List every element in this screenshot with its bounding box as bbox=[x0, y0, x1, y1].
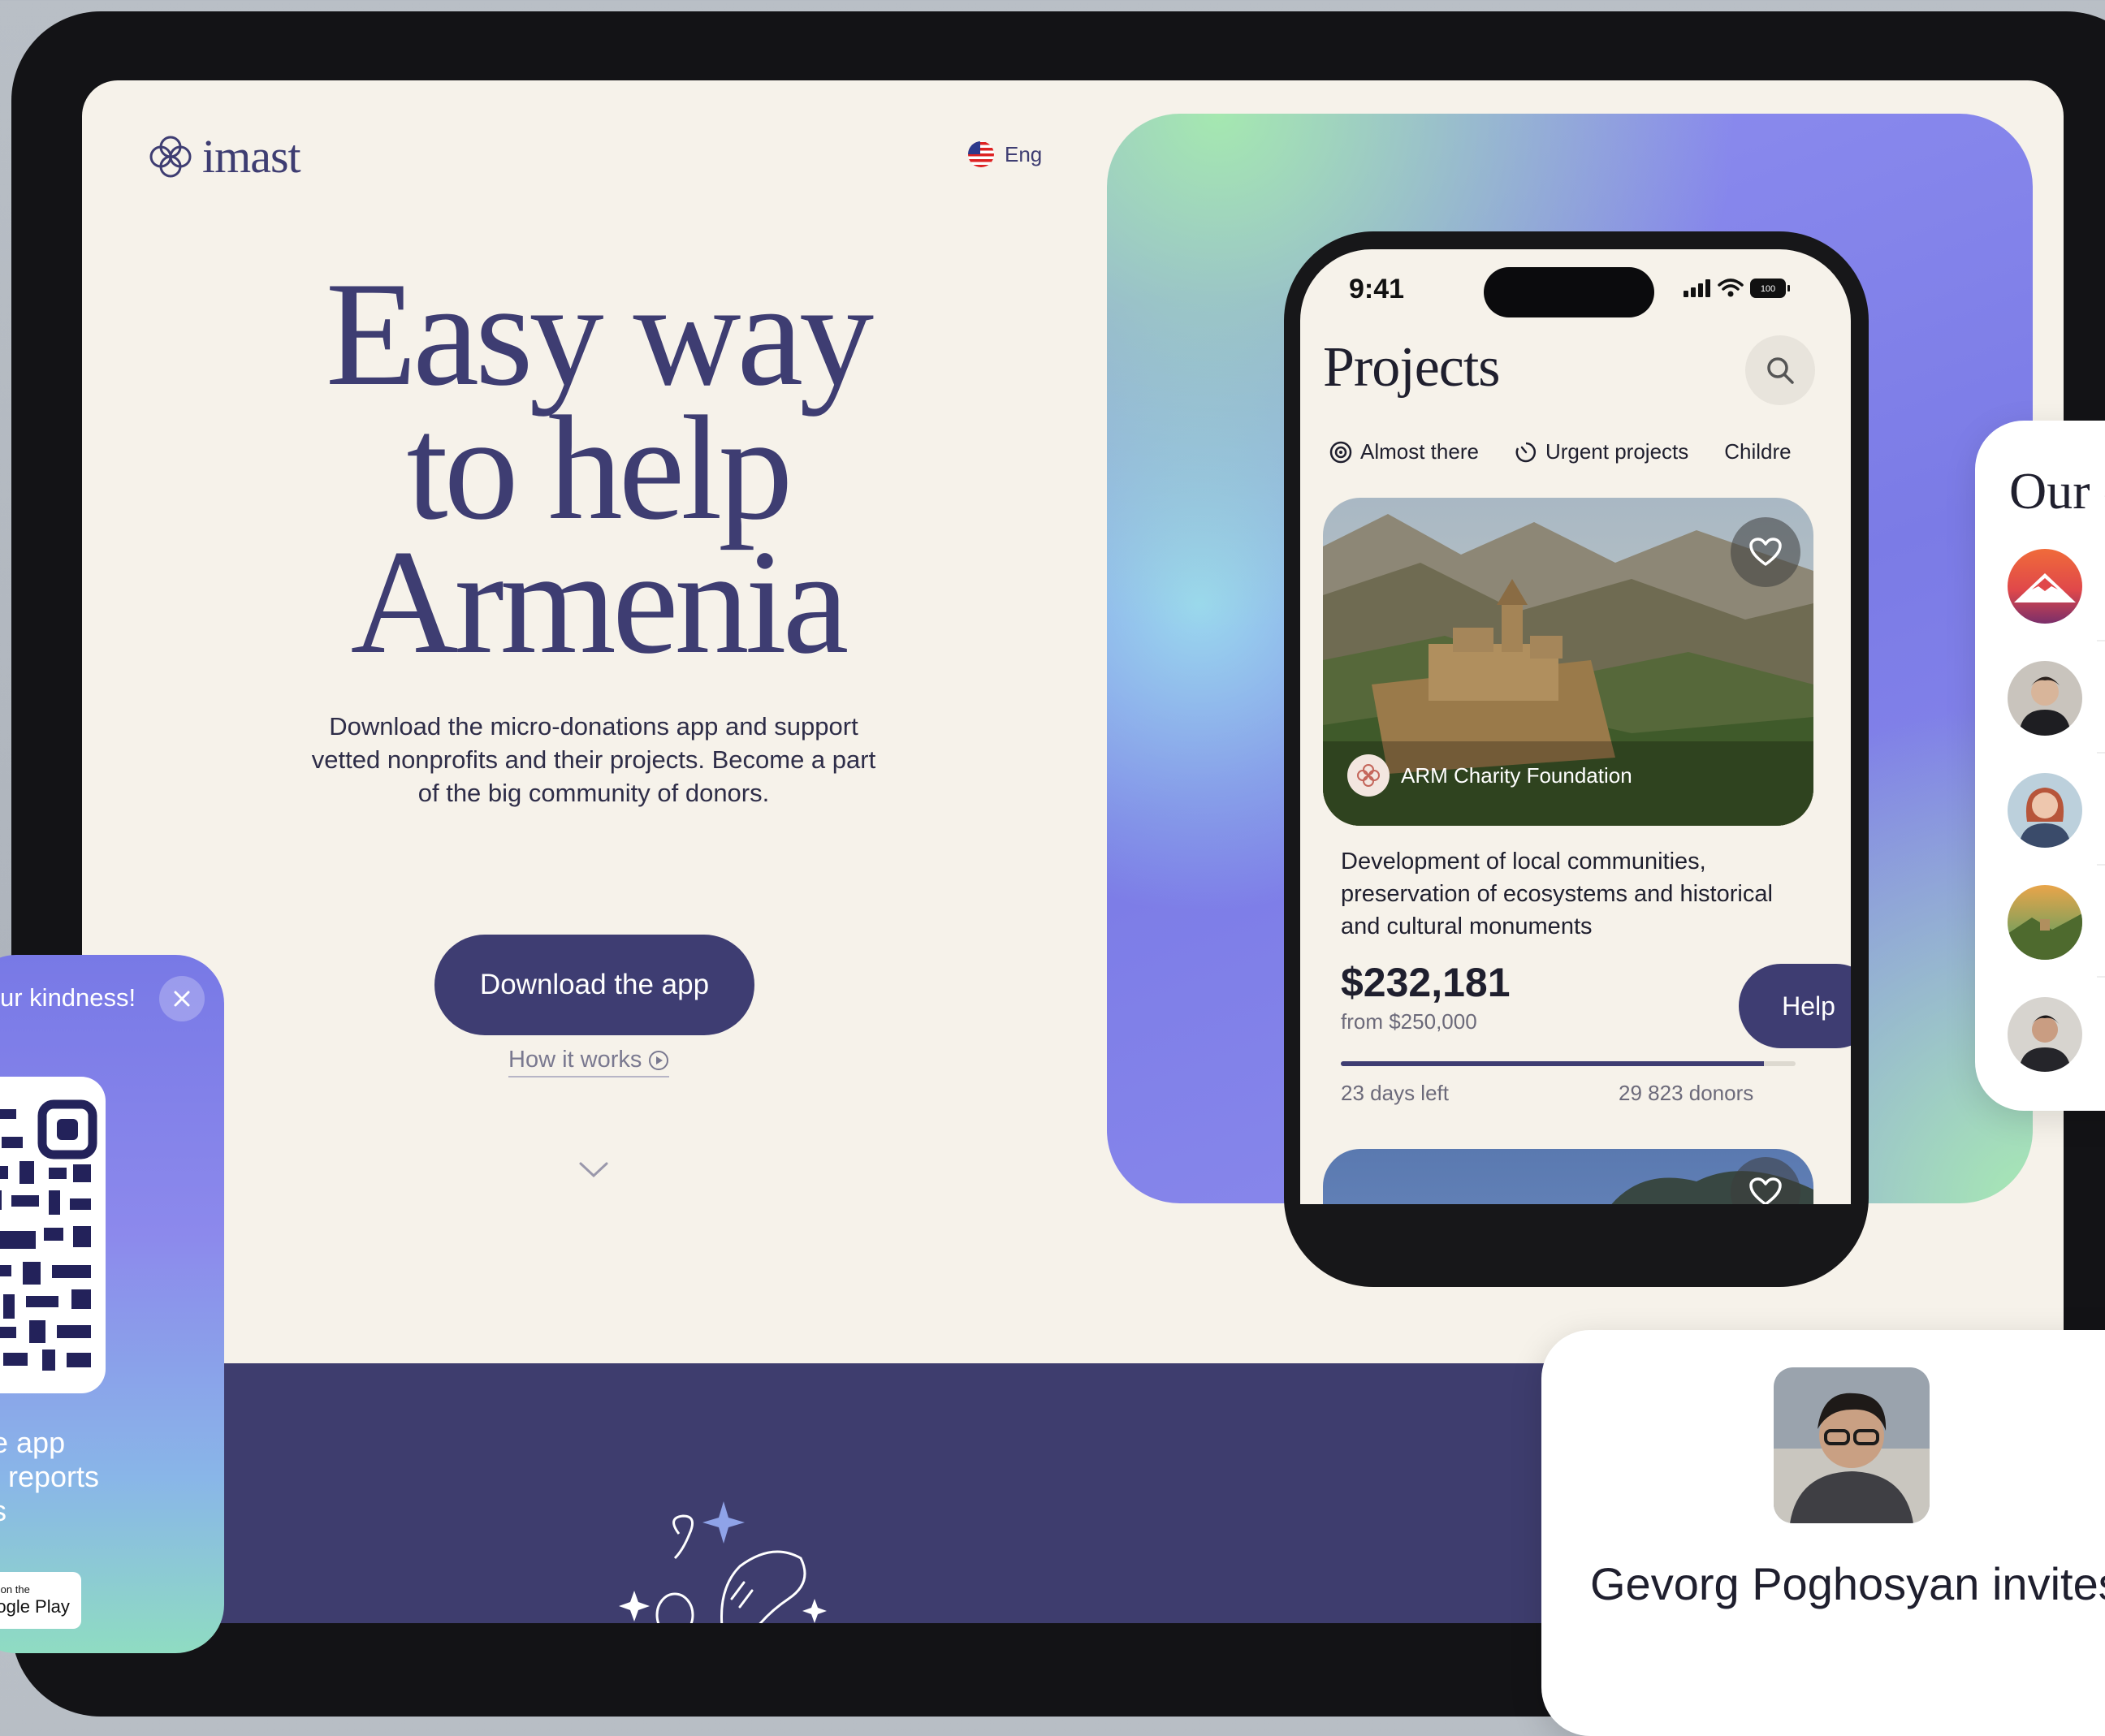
organizations-card-title: Our c bbox=[2009, 462, 2105, 520]
qr-text-line: e app bbox=[0, 1426, 66, 1459]
timer-icon bbox=[1515, 442, 1536, 462]
invite-card: Gevorg Poghosyan invites bbox=[1541, 1330, 2105, 1736]
qr-card-text: e app t reports s bbox=[0, 1426, 187, 1528]
search-icon bbox=[1767, 357, 1794, 384]
donor-count: 29 823 donors bbox=[1619, 1081, 1754, 1105]
qr-code bbox=[0, 1077, 106, 1393]
wifi-icon bbox=[1718, 279, 1744, 297]
qr-download-card: ur kindness! e app t reports on the ogle… bbox=[0, 955, 224, 1653]
organization-name: ARM Charity Foundation bbox=[1401, 762, 1632, 788]
list-divider bbox=[2097, 864, 2105, 866]
close-button[interactable] bbox=[159, 976, 205, 1021]
org-avatar[interactable] bbox=[2008, 549, 2082, 624]
funding-progress-bar bbox=[1341, 1061, 1796, 1066]
help-button[interactable]: Help bbox=[1739, 964, 1851, 1048]
donation-hand-illustration bbox=[619, 1501, 827, 1623]
target-icon bbox=[1329, 441, 1352, 463]
organization-tag[interactable]: ARM Charity Foundation bbox=[1347, 754, 1632, 797]
hero-title-line: to help bbox=[406, 385, 793, 551]
org-avatar[interactable] bbox=[2008, 885, 2082, 960]
funding-progress-fill bbox=[1341, 1061, 1764, 1066]
google-play-badge[interactable]: Get it on the Google Play bbox=[0, 1572, 81, 1629]
list-divider bbox=[2097, 752, 2105, 754]
project-description: Development of local communities, preser… bbox=[1341, 849, 1773, 939]
brand-name: imast bbox=[202, 130, 301, 183]
store-badge-name: Google Play bbox=[0, 1596, 70, 1617]
user-avatar[interactable] bbox=[2008, 773, 2082, 848]
user-avatar[interactable] bbox=[2008, 661, 2082, 736]
qr-text-line: s bbox=[0, 1494, 187, 1528]
download-app-button[interactable]: Download the app bbox=[434, 935, 754, 1035]
how-it-works-link[interactable]: How it works bbox=[508, 1047, 670, 1077]
qr-code-icon bbox=[0, 1099, 97, 1371]
store-badge-caption: Get it on the bbox=[0, 1583, 30, 1596]
organization-logo bbox=[1347, 754, 1390, 797]
signal-icon bbox=[1684, 279, 1710, 297]
next-project-card[interactable] bbox=[1323, 1149, 1813, 1204]
flower-logo-icon bbox=[149, 136, 192, 177]
brand-logo[interactable]: imast bbox=[147, 129, 301, 184]
language-selector[interactable]: Eng bbox=[967, 140, 1042, 168]
hero-title: Easy way to help Armenia bbox=[240, 251, 955, 684]
flower-emblem-icon bbox=[1357, 764, 1380, 787]
hero-title-line: Armenia bbox=[350, 519, 849, 684]
battery-level: 100 bbox=[1761, 284, 1775, 294]
goal-amount: from $250,000 bbox=[1341, 1009, 1477, 1034]
filter-tabs: Almost there Urgent projects Childre bbox=[1329, 439, 1792, 464]
user-avatar[interactable] bbox=[2008, 997, 2082, 1072]
battery-icon: 100 bbox=[1750, 279, 1790, 298]
favorite-button[interactable] bbox=[1731, 517, 1800, 587]
landscape-photo bbox=[2008, 913, 2082, 960]
list-divider bbox=[2097, 640, 2105, 641]
filter-label: Urgent projects bbox=[1545, 439, 1689, 464]
status-icons: 100 bbox=[1684, 279, 1791, 298]
hero-title-line: Easy way bbox=[325, 251, 874, 417]
language-label: Eng bbox=[1005, 141, 1043, 166]
scroll-down-chevron-icon[interactable] bbox=[577, 1160, 610, 1180]
person-photo bbox=[2019, 676, 2071, 736]
heart-icon bbox=[1749, 538, 1782, 566]
raised-amount: $232,181 bbox=[1341, 960, 1511, 1005]
filter-label: Almost there bbox=[1360, 439, 1479, 464]
heart-icon bbox=[1749, 1177, 1782, 1204]
filter-urgent-projects[interactable]: Urgent projects bbox=[1515, 439, 1688, 464]
person-photo bbox=[2019, 1015, 2071, 1072]
projects-title: Projects bbox=[1323, 336, 1501, 399]
person-photo bbox=[2019, 788, 2071, 848]
qr-card-title: ur kindness! bbox=[0, 983, 136, 1012]
status-time: 9:41 bbox=[1349, 274, 1405, 304]
project-image[interactable]: ARM Charity Foundation bbox=[1323, 498, 1813, 826]
invite-text: Gevorg Poghosyan invites bbox=[1590, 1558, 2105, 1609]
list-divider bbox=[2097, 976, 2105, 978]
filter-almost-there[interactable]: Almost there bbox=[1329, 439, 1479, 464]
us-flag-icon bbox=[968, 141, 994, 167]
person-photo bbox=[1774, 1367, 1930, 1523]
qr-text-line: t reports bbox=[0, 1460, 100, 1493]
phone-screen: 9:41 100 Projects Almost there Urgent pr… bbox=[1300, 249, 1851, 1204]
days-left: 23 days left bbox=[1341, 1081, 1449, 1105]
close-icon bbox=[174, 991, 190, 1007]
filter-children[interactable]: Childre bbox=[1724, 439, 1791, 464]
organizations-card: Our c bbox=[1975, 421, 2105, 1111]
filter-label: Childre bbox=[1724, 439, 1792, 464]
search-button[interactable] bbox=[1745, 335, 1815, 405]
play-icon bbox=[649, 1050, 669, 1070]
mountain-logo-icon bbox=[2014, 573, 2076, 602]
dynamic-island bbox=[1484, 267, 1654, 317]
how-it-works-label: How it works bbox=[508, 1047, 642, 1073]
hero-subtitle: Download the micro-donations app and sup… bbox=[311, 712, 876, 807]
inviter-avatar bbox=[1774, 1367, 1930, 1523]
